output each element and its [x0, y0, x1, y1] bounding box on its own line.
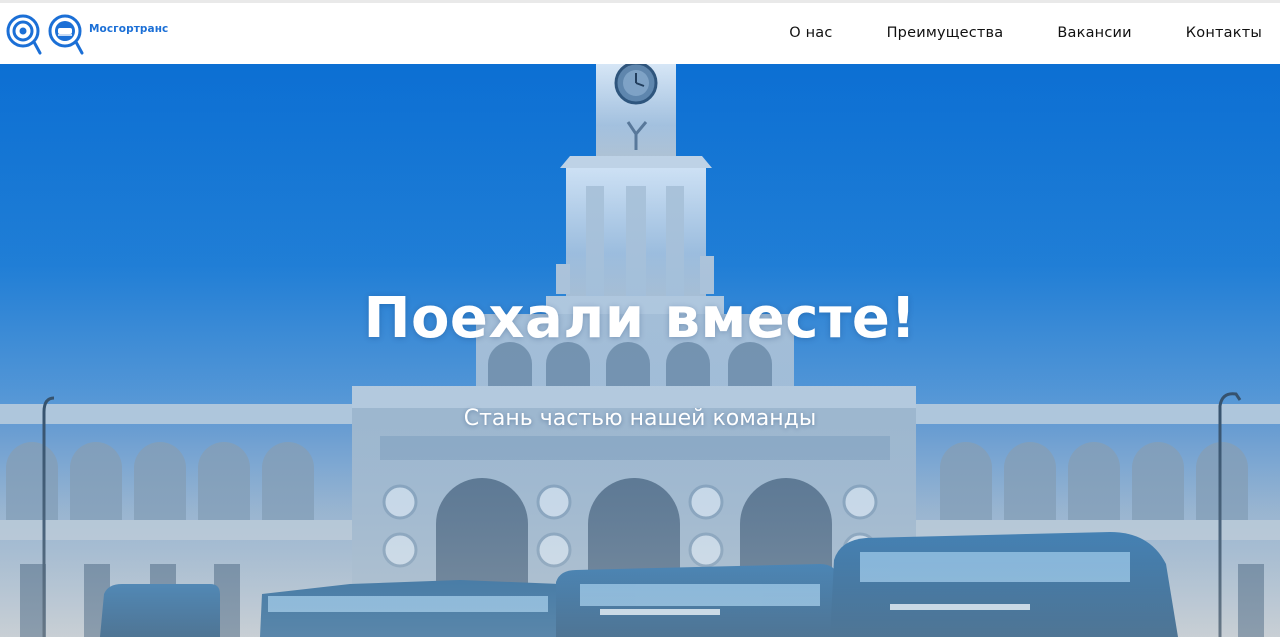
main-nav: О нас Преимущества Вакансии Контакты — [789, 25, 1262, 41]
hero-banner: Поехали вместе! Стань частью нашей коман… — [0, 64, 1280, 637]
site-header: Мосгортранс О нас Преимущества Вакансии … — [0, 0, 1280, 64]
hero-subtitle: Стань частью нашей команды — [463, 406, 817, 431]
logo-pin-icon — [6, 14, 42, 55]
nav-link-contacts[interactable]: Контакты — [1186, 25, 1262, 41]
nav-link-vacancies[interactable]: Вакансии — [1057, 25, 1131, 41]
nav-link-advantages[interactable]: Преимущества — [887, 25, 1004, 41]
nav-link-about[interactable]: О нас — [789, 25, 832, 41]
hero-title: Поехали вместе! — [363, 286, 917, 351]
logo-tram-icon — [48, 14, 84, 55]
mosgortrans-logo[interactable]: Мосгортранс — [4, 13, 204, 59]
brand-name: Мосгортранс — [89, 23, 169, 35]
